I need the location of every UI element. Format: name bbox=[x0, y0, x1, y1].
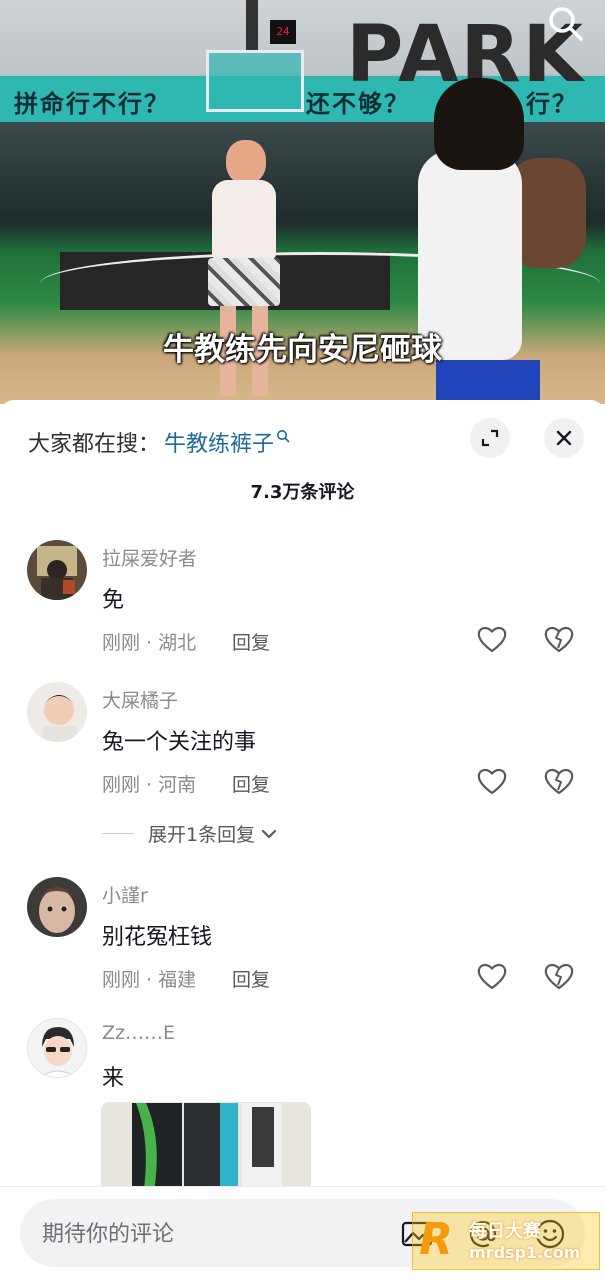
watermark-title: 每日大赛 bbox=[469, 1221, 541, 1242]
video-caption: 牛教练先向安尼砸球 bbox=[163, 332, 442, 368]
reply-button[interactable]: 回复 bbox=[232, 628, 270, 655]
comment-author[interactable]: Zz……E bbox=[102, 1022, 175, 1044]
heart-icon[interactable] bbox=[476, 624, 508, 654]
comment-count: 7.3万条评论 bbox=[250, 482, 355, 503]
heart-icon[interactable] bbox=[476, 961, 508, 991]
comment-text: 兔一个关注的事 bbox=[102, 730, 257, 755]
search-icon[interactable] bbox=[546, 4, 586, 44]
comment-meta: 刚刚 · 湖北 bbox=[102, 632, 197, 654]
avatar[interactable] bbox=[27, 1018, 87, 1078]
comment-text: 免 bbox=[102, 588, 125, 613]
watermark-url: mrdsp1.com bbox=[469, 1243, 581, 1262]
avatar[interactable] bbox=[27, 682, 87, 742]
heart-icon[interactable] bbox=[476, 766, 508, 796]
wall-banner-text-left: 拼命行不行？ bbox=[14, 90, 170, 118]
search-small-icon bbox=[276, 424, 290, 449]
broken-heart-icon[interactable] bbox=[543, 624, 575, 654]
hot-search: 大家都在搜： 牛教练裤子 bbox=[28, 426, 290, 458]
expand-button[interactable] bbox=[470, 418, 510, 458]
comment-author[interactable]: 大屎橘子 bbox=[102, 686, 178, 713]
close-button[interactable] bbox=[544, 418, 584, 458]
backboard bbox=[206, 50, 304, 112]
comment-time: 刚刚 bbox=[102, 969, 141, 991]
comment-author[interactable]: 小謹r bbox=[102, 881, 148, 908]
shot-clock: 24 bbox=[270, 20, 296, 44]
expand-icon bbox=[481, 429, 499, 447]
comment-meta: 刚刚 · 福建 bbox=[102, 969, 197, 991]
comment-location: 河南 bbox=[158, 774, 197, 796]
broken-heart-icon[interactable] bbox=[543, 961, 575, 991]
comment-author[interactable]: 拉屎爱好者 bbox=[102, 544, 197, 571]
hot-search-label: 大家都在搜： bbox=[28, 432, 161, 457]
comment-location: 湖北 bbox=[158, 632, 197, 654]
comment-sheet: 大家都在搜： 牛教练裤子 7.3万条评论 拉屎爱好者 免 刚刚 · 湖北 回复 … bbox=[0, 400, 605, 1280]
close-icon bbox=[556, 430, 572, 446]
comment-meta: 刚刚 · 河南 bbox=[102, 774, 197, 796]
hot-search-term[interactable]: 牛教练裤子 bbox=[164, 426, 274, 458]
broken-heart-icon[interactable] bbox=[543, 766, 575, 796]
comment-input[interactable] bbox=[40, 1213, 404, 1255]
comment-text: 别花冤枉钱 bbox=[102, 925, 213, 950]
reply-button[interactable]: 回复 bbox=[232, 770, 270, 797]
watermark-logo: R 每日大赛 mrdsp1.com bbox=[412, 1212, 600, 1270]
avatar[interactable] bbox=[27, 877, 87, 937]
divider bbox=[102, 833, 134, 834]
chevron-down-icon bbox=[261, 828, 277, 840]
hoop-pole bbox=[246, 0, 258, 52]
comment-time: 刚刚 bbox=[102, 632, 141, 654]
comment-text: 来 bbox=[102, 1066, 125, 1091]
comment-time: 刚刚 bbox=[102, 774, 141, 796]
video-player[interactable]: 拼命行不行？ 还不够？ 行？ PARK 24 牛教练先向安尼砸球 bbox=[0, 0, 605, 404]
expand-replies-button[interactable]: 展开1条回复 bbox=[102, 820, 277, 847]
reply-button[interactable]: 回复 bbox=[232, 965, 270, 992]
avatar[interactable] bbox=[27, 540, 87, 600]
watermark-r-logo: R bbox=[419, 1214, 453, 1265]
comment-location: 福建 bbox=[158, 969, 197, 991]
expand-replies-label: 展开1条回复 bbox=[148, 824, 256, 846]
